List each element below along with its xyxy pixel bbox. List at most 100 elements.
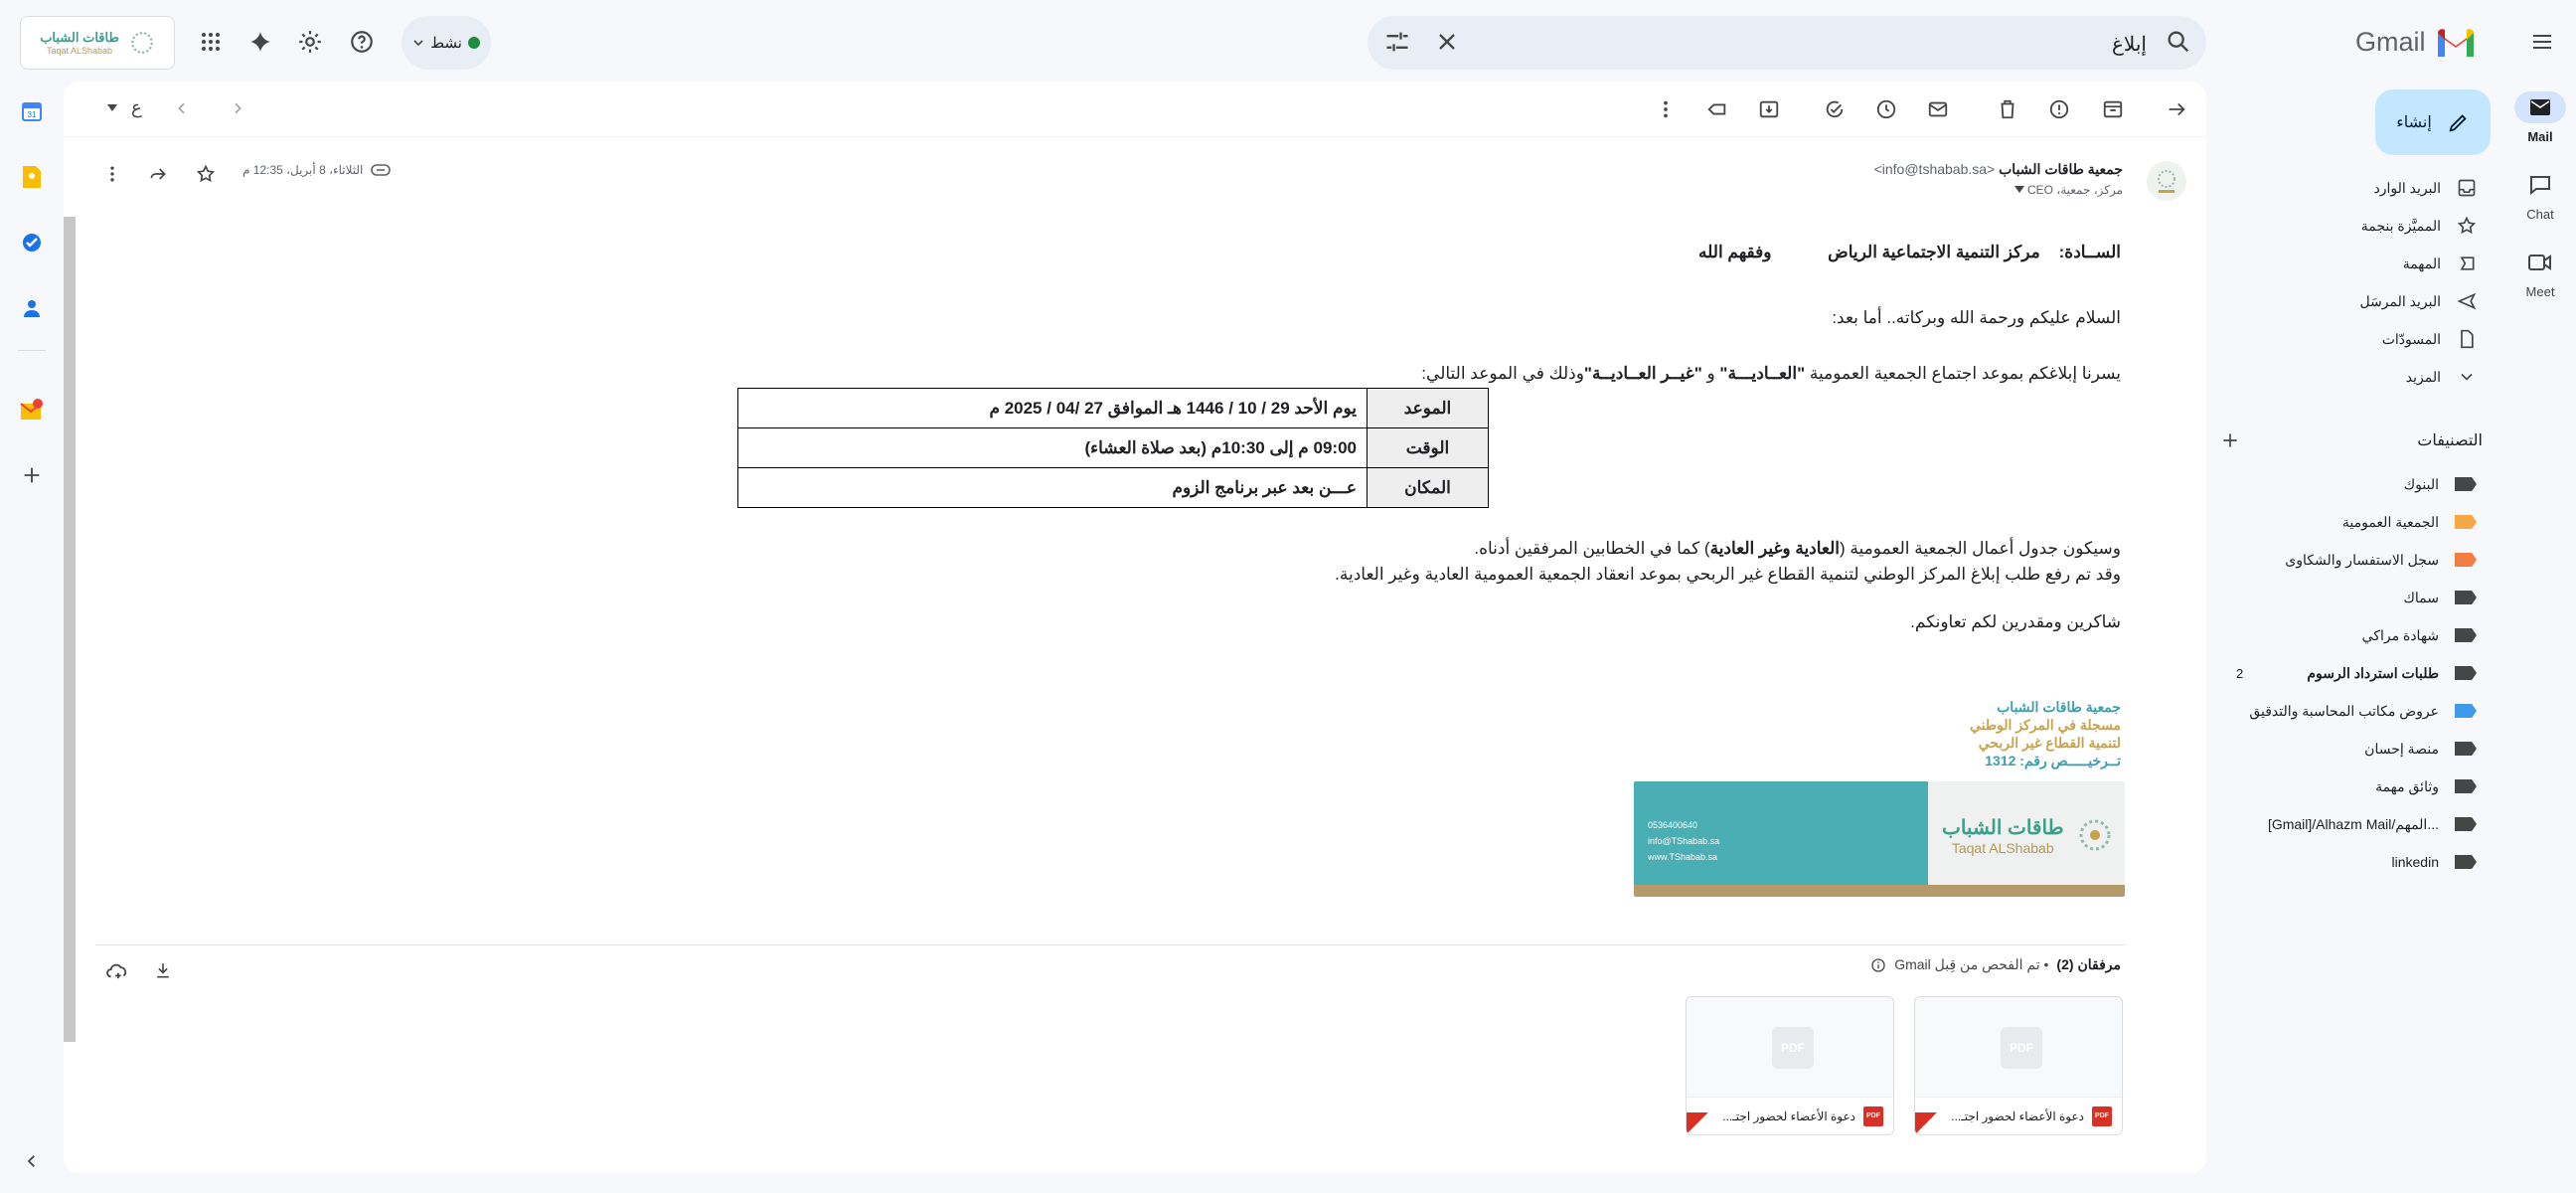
table-value: 09:00 م إلى 10:30م (بعد صلاة العشاء) xyxy=(737,427,1368,468)
settings-gear-icon[interactable] xyxy=(292,24,328,60)
search-bar[interactable]: إبلاغ xyxy=(1368,16,2206,70)
nav-more-label: المزيد xyxy=(2405,368,2441,385)
announcement: يسرنا إبلاغكم بموعد اجتماع الجمعية العمو… xyxy=(1421,364,2121,384)
attachment-footer: PDF دعوة الأعضاء لحضور اجتـ... xyxy=(1915,1097,2122,1134)
search-icon[interactable] xyxy=(2165,28,2192,56)
message-more-vert-icon[interactable] xyxy=(99,161,125,187)
reply-icon[interactable] xyxy=(145,161,171,187)
attachment-name: دعوة الأعضاء لحضور اجتـ... xyxy=(1722,1108,1855,1123)
salutation-prefix: الســادة: xyxy=(2058,243,2121,261)
label-item[interactable]: الجمعية العمومية xyxy=(2206,503,2495,541)
sender-line: جمعية طاقات الشباب <info@tshabab.sa> xyxy=(1874,161,2123,178)
input-tools-dropdown-icon[interactable] xyxy=(107,103,117,112)
nav-starred[interactable]: المميَّزة بنجمة xyxy=(2206,207,2495,245)
back-arrow-icon[interactable] xyxy=(2163,95,2190,123)
label-item[interactable]: سجل الاستفسار والشكاوى xyxy=(2206,541,2495,579)
status-dot xyxy=(467,37,480,49)
banner-phone: 0536400640 xyxy=(1648,820,1698,830)
scrollbar[interactable] xyxy=(64,217,76,1042)
banner-name-en: Taqat ALShabab xyxy=(1951,840,2054,856)
rail-meet[interactable]: Meet xyxy=(2504,247,2576,324)
message-view: ع جمعية طاقات الشباب <info@tshabab.sa> م… xyxy=(64,82,2206,1173)
close-icon[interactable] xyxy=(1433,28,1461,56)
rail-mail[interactable]: Mail xyxy=(2504,91,2576,169)
attachment-fold xyxy=(1687,1112,1708,1134)
banner-emblem-icon xyxy=(2075,815,2115,855)
star-icon[interactable] xyxy=(193,161,219,187)
delete-icon[interactable] xyxy=(1994,95,2021,123)
gemini-sparkle-icon[interactable] xyxy=(242,24,278,60)
nav-drafts-label: المسودّات xyxy=(2381,330,2441,347)
download-all-icon[interactable] xyxy=(149,956,177,984)
label-item[interactable]: سماك xyxy=(2206,579,2495,616)
label-item[interactable]: شهادة مراكي xyxy=(2206,616,2495,654)
signature-line: مسجلة في المركز الوطني xyxy=(1970,717,2121,733)
label-item[interactable]: [Gmail]/Alhazm Mail/المهم... xyxy=(2206,805,2495,843)
nav-important[interactable]: المهمة xyxy=(2206,245,2495,282)
label-text: وثائق مهمة xyxy=(2375,777,2439,794)
sender-email: <info@tshabab.sa> xyxy=(1873,161,1996,177)
archive-icon[interactable] xyxy=(2099,95,2127,123)
label-tag-icon xyxy=(2455,591,2477,604)
table-row: الوقت 09:00 م إلى 10:30م (بعد صلاة العشا… xyxy=(737,427,1489,468)
label-tag-icon xyxy=(2455,855,2477,869)
tasks-icon[interactable] xyxy=(16,227,48,258)
rail-meet-label: Meet xyxy=(2525,284,2555,299)
gmail-logo[interactable]: Gmail xyxy=(2355,22,2476,62)
attachment-card[interactable]: PDF PDF دعوة الأعضاء لحضور اجتـ... xyxy=(1686,996,1894,1135)
label-icon[interactable] xyxy=(1703,95,1731,123)
main-menu-icon[interactable] xyxy=(2524,24,2560,60)
recipients-line[interactable]: مركز، جمعية، CEO xyxy=(2013,183,2123,197)
more-vert-icon[interactable] xyxy=(1652,95,1680,123)
sender-name[interactable]: جمعية طاقات الشباب xyxy=(1999,161,2123,177)
label-item[interactable]: وثائق مهمة xyxy=(2206,767,2495,805)
meeting-info-table: الموعد يوم الأحد 29 / 10 / 1446 هـ الموا… xyxy=(737,388,1489,508)
rail-chat-label: Chat xyxy=(2526,207,2554,222)
contacts-icon[interactable] xyxy=(16,292,48,324)
label-item[interactable]: linkedin xyxy=(2206,843,2495,881)
help-icon[interactable] xyxy=(344,24,380,60)
nav-inbox[interactable]: البريد الوارد xyxy=(2206,169,2495,207)
table-value: يوم الأحد 29 / 10 / 1446 هـ الموافق 27 /… xyxy=(737,388,1368,428)
svg-text:31: 31 xyxy=(28,110,37,119)
prev-chevron-icon[interactable] xyxy=(174,100,190,116)
collapse-panel-chevron-icon[interactable] xyxy=(16,1145,48,1177)
next-chevron-icon[interactable] xyxy=(230,100,245,116)
signature-line: جمعية طاقات الشباب xyxy=(1997,699,2121,715)
label-item[interactable]: طلبات استرداد الرسوم 2 xyxy=(2206,654,2495,692)
tune-icon[interactable] xyxy=(1383,28,1411,56)
label-tag-icon xyxy=(2455,628,2477,642)
add-task-icon[interactable] xyxy=(1821,95,1849,123)
banner-web: www.TShabab.sa xyxy=(1648,852,1718,862)
account-org-logo[interactable]: طاقات الشباب Taqat ALShabab xyxy=(20,16,175,70)
status-chip[interactable]: نشط xyxy=(402,16,491,70)
add-to-drive-icon[interactable] xyxy=(103,956,131,984)
rail-chat[interactable]: Chat xyxy=(2504,169,2576,247)
mark-unread-icon[interactable] xyxy=(1924,95,1952,123)
attachment-card[interactable]: PDF PDF دعوة الأعضاء لحضور اجتـ... xyxy=(1914,996,2123,1135)
attachment-icon xyxy=(371,164,392,176)
keep-icon[interactable] xyxy=(16,161,48,193)
info-icon[interactable] xyxy=(1870,957,1886,973)
add-addon-plus-icon[interactable] xyxy=(16,459,48,491)
label-item[interactable]: عروض مكاتب المحاسبة والتدقيق xyxy=(2206,692,2495,730)
search-input[interactable]: إبلاغ xyxy=(2112,32,2147,57)
banner-name-ar: طاقات الشباب xyxy=(1942,817,2064,839)
report-spam-icon[interactable] xyxy=(2045,95,2073,123)
addon-mail-icon[interactable] xyxy=(16,394,48,426)
recipients-dropdown-icon[interactable] xyxy=(2013,186,2024,194)
snooze-clock-icon[interactable] xyxy=(1872,95,1900,123)
calendar-icon[interactable]: 31 xyxy=(16,95,48,127)
nav-sent[interactable]: البريد المرسَل xyxy=(2206,282,2495,320)
label-item[interactable]: منصة إحسان xyxy=(2206,730,2495,767)
input-tools-indicator[interactable]: ع xyxy=(131,97,142,118)
plus-icon[interactable] xyxy=(2220,430,2240,450)
nav-drafts[interactable]: المسودّات xyxy=(2206,320,2495,358)
apps-grid-icon[interactable] xyxy=(193,24,229,60)
label-item[interactable]: البنوك xyxy=(2206,465,2495,503)
move-to-icon[interactable] xyxy=(1755,95,1783,123)
compose-button[interactable]: إنشاء xyxy=(2375,89,2491,155)
salutation-suffix: وفقهم الله xyxy=(1698,243,1772,261)
nav-more[interactable]: المزيد xyxy=(2206,358,2495,396)
sender-avatar[interactable] xyxy=(2147,161,2186,201)
